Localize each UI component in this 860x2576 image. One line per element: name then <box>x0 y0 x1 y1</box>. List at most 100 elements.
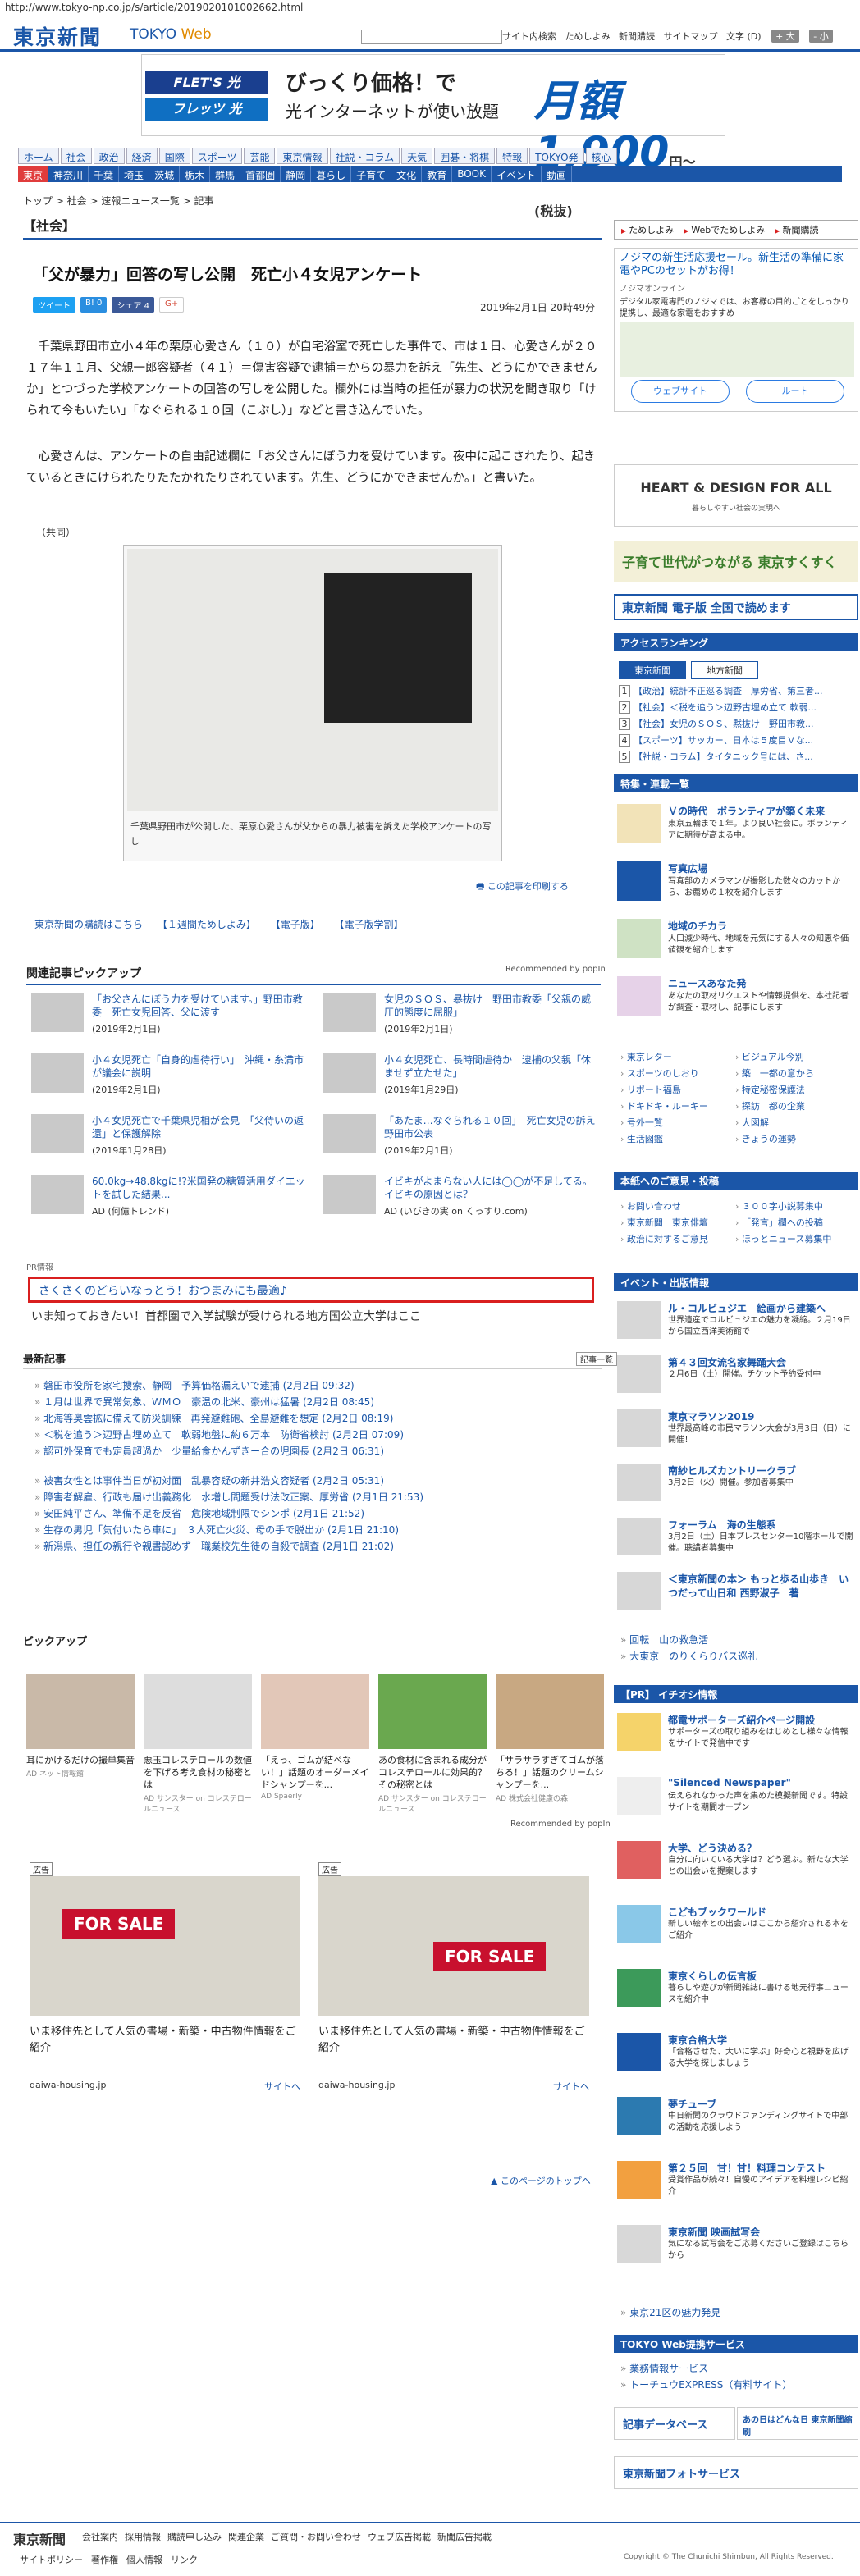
facebook-share-button[interactable]: シェア 4 <box>112 297 154 313</box>
nojima-ad[interactable]: ノジマの新生活応援セール。新生活の準備に家電やPCのセットがお得！ ノジマオンラ… <box>614 248 858 412</box>
nav-item[interactable]: 東京情報 <box>277 148 328 164</box>
special-item[interactable]: 地域のチカラ 人口減少時代、地域を元気にする人々の知恵や価値観を紹介します <box>617 919 855 965</box>
side-link[interactable]: きょうの運勢 <box>735 1132 850 1145</box>
side-link[interactable]: スポーツのしおり <box>620 1066 735 1080</box>
website-button[interactable]: ウェブサイト <box>631 380 730 403</box>
related-item[interactable]: 「お父さんにぼう力を受けています。」野田市教委 死亡女児回答、父に渡す (2019… <box>31 993 310 1044</box>
sukusuku-banner[interactable]: 子育て世代がつながる 東京すくすく <box>614 541 858 582</box>
region-nav-item[interactable]: 動画 <box>542 166 573 182</box>
footer-link[interactable]: 購読申し込み <box>167 2532 222 2542</box>
event-item[interactable]: 東京マラソン2019 世界最高峰の市民マラソン大会が3月3日（日）に開催！ <box>617 1409 855 1459</box>
latest-item[interactable]: 被害女性とは事件当日が初対面 乱暴容疑の新井浩文容疑者 (2月2日 05:31) <box>34 1473 601 1487</box>
region-nav-item[interactable]: 文化 <box>391 166 423 182</box>
post-link[interactable]: 東京新聞 東京俳壇 <box>620 1216 735 1229</box>
pickup-item[interactable]: 悪玉コレステロールの数値を下げる考え食材の秘密とは AD サンスター on コレス… <box>144 1674 252 1814</box>
route-button[interactable]: ルート <box>746 380 844 403</box>
sub-link-3[interactable]: 【電子版】 <box>271 919 320 930</box>
footer-link[interactable]: ご質問・お問い合わせ <box>271 2532 361 2542</box>
pr-item[interactable]: 第２５回 甘！甘！料理コンテスト 受賞作品が続々！自慢のアイデアを料理レシピ紹介 <box>617 2161 855 2218</box>
tokyo-web-logo[interactable]: TOKYO Web <box>130 26 212 43</box>
service-2[interactable]: トーチュウEXPRESS（有料サイト） <box>620 2377 792 2391</box>
pr-item[interactable]: 東京くらしの伝言板 暮らしや遊びが新聞雑誌に書ける地元行事ニュースを紹介中 <box>617 1969 855 2026</box>
pickup-item[interactable]: 「サラサラすぎてゴムが落ちる！」話題のクリームシャンプーを... AD 株式会社健… <box>496 1674 604 1803</box>
latest-item[interactable]: 生存の男児「気付いたら車に」 ３人死亡火災、母の手で脱出か (2月1日 21:1… <box>34 1523 601 1537</box>
footer-link-2[interactable]: サイトポリシー <box>20 2555 83 2565</box>
event-item[interactable]: 第４３回女流名家舞踊大会 ２月6日（土）開催。チケット予約受付中 <box>617 1355 855 1404</box>
heart-design-banner[interactable]: HEART & DESIGN FOR ALL 暮らしやすい社会の実現へ <box>614 464 858 527</box>
side-btn-trial[interactable]: ためしよみ <box>621 223 674 236</box>
breadcrumb[interactable]: トップ > 社会 > 速報ニュース一覧 > 記事 <box>23 194 213 208</box>
sub-link-1[interactable]: 東京新聞の購読はこちら <box>34 919 143 930</box>
side-link[interactable]: ビジュアル今別 <box>735 1050 850 1063</box>
footer-link[interactable]: 会社案内 <box>82 2532 118 2542</box>
site-logo[interactable]: 東京新聞 <box>13 21 102 51</box>
event-misc-2[interactable]: 大東京 のりくらりバス巡礼 <box>620 1649 757 1663</box>
region-nav-item[interactable]: 埼玉 <box>119 166 150 182</box>
nav-item[interactable]: 芸能 <box>244 148 276 164</box>
side-btn-web-trial[interactable]: Webでためしよみ <box>684 223 765 236</box>
region-nav-item[interactable]: 教育 <box>422 166 453 182</box>
region-nav-item[interactable]: 茨城 <box>149 166 181 182</box>
post-link[interactable]: ３００字小説募集中 <box>735 1199 850 1213</box>
related-item[interactable]: 小４女児死亡「自身的虐待行い」 沖縄・糸満市が議会に説明 (2019年2月1日) <box>31 1053 310 1104</box>
region-nav-item[interactable]: 首都圏 <box>240 166 281 182</box>
sub-link-4[interactable]: 【電子版学割】 <box>335 919 404 930</box>
photo-service-banner[interactable]: 東京新聞フォトサービス <box>614 2456 858 2489</box>
font-small-button[interactable]: - 小 <box>809 30 833 43</box>
side-link[interactable]: 特定秘密保護法 <box>735 1083 850 1096</box>
latest-item[interactable]: 認可外保育でも定員超過か 少量給食かんずきー合の児園長 (2月2日 06:31) <box>34 1444 601 1458</box>
region-nav-item[interactable]: 神奈川 <box>48 166 89 182</box>
hatena-button[interactable]: B! 0 <box>80 297 108 313</box>
pr-highlight-link[interactable]: さくさくのどらいなっとう！おつまみにも最適♪ <box>28 1277 594 1303</box>
region-nav-item[interactable]: 静岡 <box>281 166 312 182</box>
post-link[interactable]: 政治に対するご意見 <box>620 1232 735 1245</box>
pr-item[interactable]: 東京新聞 映画試写会 気になる試写会をご応募くださいご登録はこちらから <box>617 2225 855 2282</box>
event-item[interactable]: フォーラム 海の生態系 3月2日（土）日本プレスセンター10階ホールで開催。聴講者… <box>617 1518 855 1567</box>
header-link-trial[interactable]: ためしよみ <box>565 31 611 42</box>
region-nav-item[interactable]: 東京 <box>18 166 49 182</box>
side-link[interactable]: 生活図鑑 <box>620 1132 735 1145</box>
side-link[interactable]: 築 一都の意から <box>735 1066 850 1080</box>
nav-item[interactable]: 政治 <box>93 148 125 164</box>
search-button[interactable]: サイト内検索 <box>502 31 556 42</box>
latest-item[interactable]: 磐田市役所を家宅捜索、静岡 予算価格漏えいで逮捕 (2月2日 09:32) <box>34 1378 601 1392</box>
footer-link-2[interactable]: 著作権 <box>91 2555 118 2565</box>
ranking-item[interactable]: 4 【スポーツ】サッカー、日本は５度目Ｖな... <box>619 733 853 747</box>
side-btn-subscribe[interactable]: 新聞購読 <box>775 223 818 236</box>
nav-item[interactable]: 社会 <box>60 148 92 164</box>
pr-item[interactable]: 都電サポーターズ紹介ページ開設 サポーターズの取り組みをはじめとし様々な情報をサイ… <box>617 1713 855 1770</box>
event-item[interactable]: ル・コルビュジエ 絵画から建築へ 世界遺産でコルビュジエの魅力を凝縮。２月19日か… <box>617 1301 855 1350</box>
related-item[interactable]: 女児のＳＯＳ、暴抜け 野田市教委「父親の威圧的態度に屈服」 (2019年2月1日) <box>323 993 602 1044</box>
region-nav-item[interactable]: 暮らし <box>311 166 352 182</box>
service-1[interactable]: 業務情報サービス <box>620 2361 708 2375</box>
pickup-item[interactable]: 「えっ、ゴムが結べない！」話題のオーダーメイドシャンプーを... AD Spaer… <box>261 1674 369 1801</box>
region-nav-item[interactable]: 子育て <box>351 166 392 182</box>
print-link[interactable]: 🖶 この記事を印刷する <box>476 879 569 895</box>
tab-regional[interactable]: 地方新聞 <box>691 661 758 679</box>
article-db-banner[interactable]: 記事データベース <box>614 2407 735 2440</box>
nav-item[interactable]: 社説・コラム <box>329 148 400 164</box>
nav-item[interactable]: スポーツ <box>191 148 243 164</box>
event-misc-1[interactable]: 回転 山の救急活 <box>620 1633 708 1647</box>
house-ad[interactable]: 広告 FOR SALE いま移住先として人気の書場・新築・中古物件情報をご紹介 dai… <box>30 1862 300 2093</box>
event-item[interactable]: ＜東京新聞の本＞ もっと歩る山歩き いつだって山日和 西野淑子 著 <box>617 1572 855 1621</box>
pr-side-misc[interactable]: 東京21区の魅力発見 <box>620 2305 720 2319</box>
pr-item[interactable]: こどもブックワールド 新しい絵本との出会いはここから紹介される本をご紹介 <box>617 1905 855 1962</box>
digital-edition-banner[interactable]: 東京新聞 電子版 全国で読めます <box>614 594 858 620</box>
ranking-item[interactable]: 2 【社会】＜税を追う＞辺野古埋め立て 軟弱... <box>619 701 853 714</box>
footer-link[interactable]: 採用情報 <box>125 2532 161 2542</box>
header-link-subscribe[interactable]: 新聞購読 <box>619 31 655 42</box>
related-item[interactable]: 小４女児死亡で千葉県児相が会見 「父侍いの返還」と保護解除 (2019年1月28日… <box>31 1114 310 1165</box>
special-item[interactable]: 写真広場 写真部のカメラマンが撮影した数々のカットから、お薦めの１枚を紹介します <box>617 861 855 907</box>
footer-logo[interactable]: 東京新聞 <box>13 2528 66 2548</box>
pr-item[interactable]: 夢チューブ 中日新聞のクラウドファンディングサイトで中部の活動を応援しよう <box>617 2097 855 2154</box>
top-banner-ad[interactable]: FLET'S 光フレッツ 光 びっくり価格！で光インターネットが使い放題 月額1… <box>141 54 725 219</box>
side-link[interactable]: リポート福島 <box>620 1083 735 1096</box>
pickup-item[interactable]: 耳にかけるだけの撮単集音 AD ネット情報館 <box>26 1674 135 1779</box>
related-item[interactable]: 小４女児死亡、長時間虐待か 逮捕の父親「休ませず立たせた」 (2019年1月29日… <box>323 1053 602 1104</box>
region-nav-item[interactable]: 群馬 <box>210 166 241 182</box>
ad-site-link[interactable]: サイトへ <box>264 2080 300 2093</box>
side-link[interactable]: 大図解 <box>735 1116 850 1129</box>
region-nav-item[interactable]: BOOK <box>452 166 492 182</box>
nav-item[interactable]: 国際 <box>158 148 190 164</box>
